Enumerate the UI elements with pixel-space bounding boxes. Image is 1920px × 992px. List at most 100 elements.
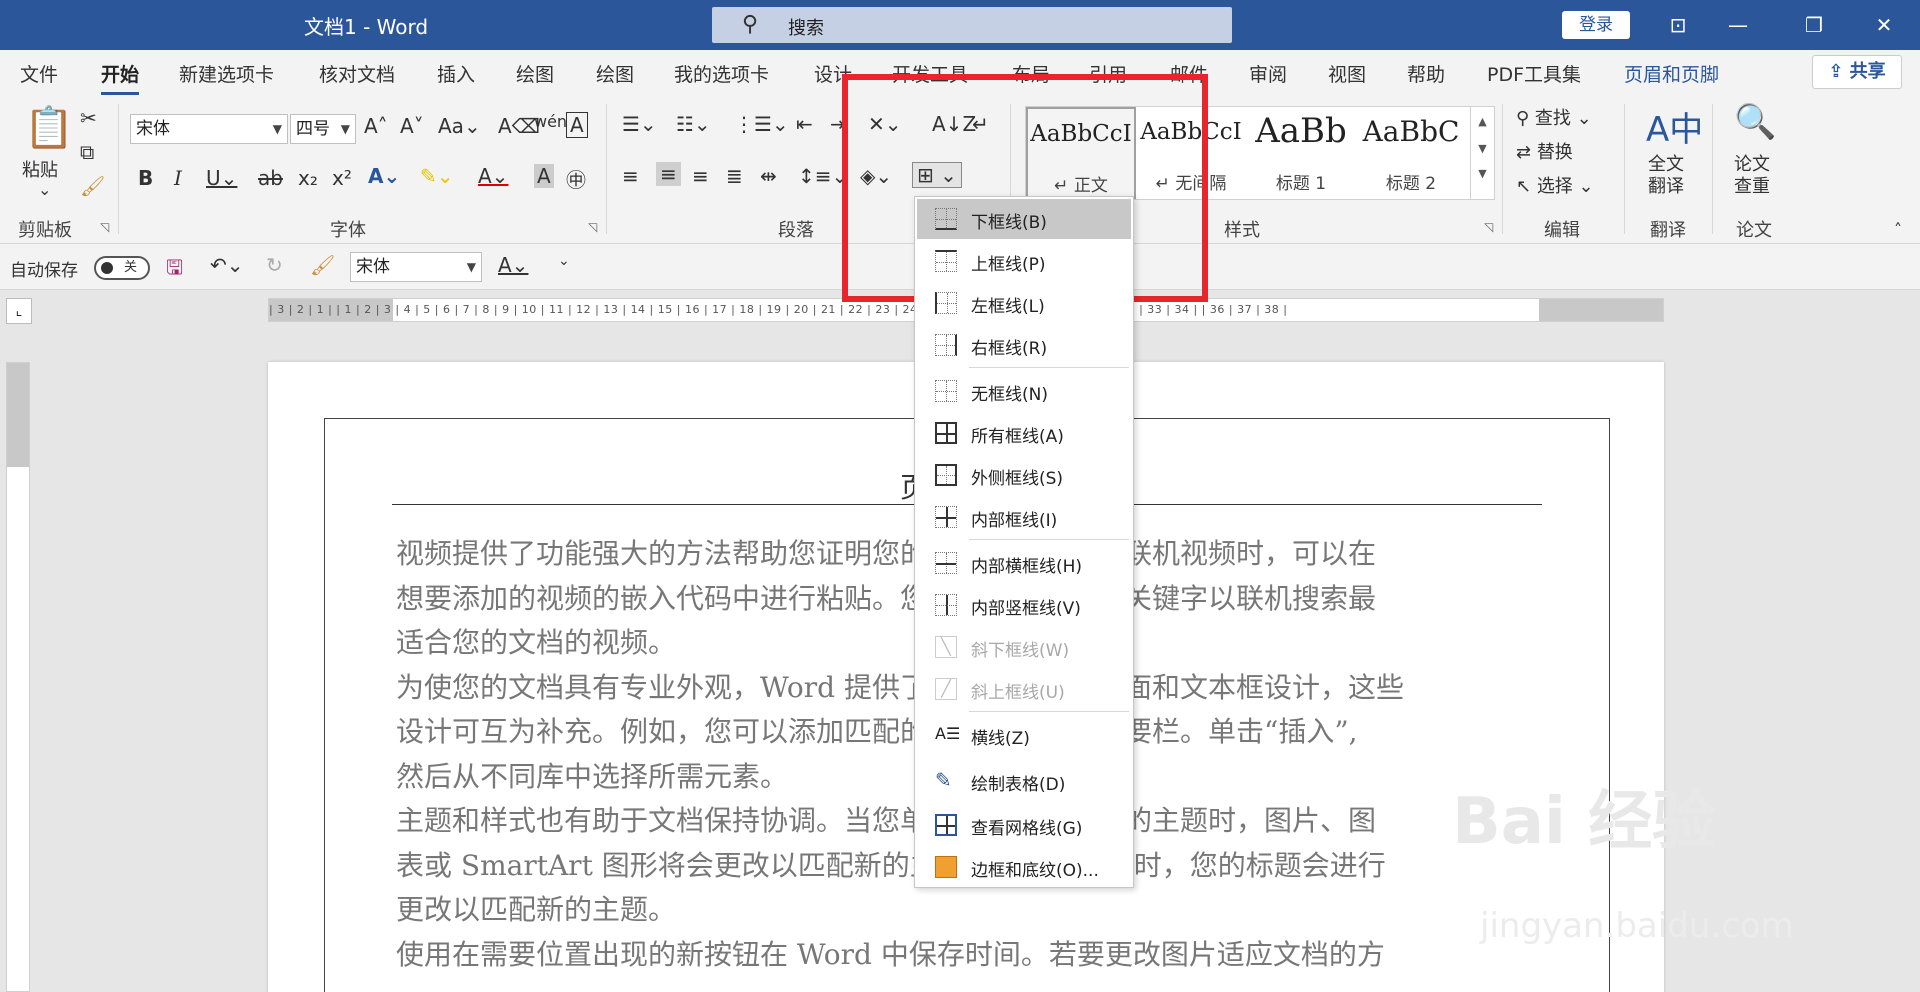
tab-draw-1[interactable]: 绘图 [516,60,554,87]
style-heading-1[interactable]: AaBb 标题 1 [1246,107,1356,199]
tab-view[interactable]: 视图 [1328,60,1366,87]
paste-dropdown-icon[interactable]: ⌄ [38,180,51,199]
clipboard-launcher-icon[interactable]: ◹ [100,220,109,234]
decrease-indent-icon[interactable]: ⇤ [796,112,813,136]
multilevel-list-icon[interactable]: ⋮☰⌄ [734,112,789,136]
menu-item-no-border[interactable]: 无框线(N) [917,371,1131,411]
redo-icon[interactable]: ↻ [266,253,283,277]
font-launcher-icon[interactable]: ◹ [588,220,597,234]
vertical-ruler[interactable] [6,362,30,992]
more-icon[interactable]: ▼ [1471,167,1494,180]
underline-icon[interactable]: U⌄ [206,166,237,190]
minimize-icon[interactable]: — [1718,8,1758,42]
undo-icon[interactable]: ↶⌄ [210,253,244,277]
font-color-icon[interactable]: A⌄ [478,164,508,188]
autosave-toggle[interactable]: 关 [94,256,150,280]
menu-item-right-border[interactable]: 右框线(R) [917,325,1131,365]
text-effects-icon[interactable]: A⌄ [368,164,400,188]
copy-icon[interactable]: ⧉ [80,140,94,164]
tab-insert[interactable]: 插入 [437,60,475,87]
chevron-down-icon: ▼ [272,122,282,136]
tab-pdf[interactable]: PDF工具集 [1487,60,1581,87]
tab-home[interactable]: 开始 [101,60,140,95]
diagonal-up-border-icon: ╱ [935,678,957,700]
menu-item-inside-borders[interactable]: 内部框线(I) [917,497,1131,537]
tab-my[interactable]: 我的选项卡 [674,60,769,87]
superscript-icon[interactable]: x² [332,166,352,190]
qat-font-combo[interactable]: 宋体 ▼ [350,252,482,282]
menu-item-bottom-border[interactable]: 下框线(B) [917,199,1131,239]
menu-item-horizontal-line[interactable]: A☰ 横线(Z) [917,715,1131,755]
chevron-down-icon[interactable]: ▼ [1471,142,1494,155]
tab-header-footer[interactable]: 页眉和页脚 [1624,60,1719,87]
numbering-icon[interactable]: ☷⌄ [676,112,711,136]
font-name-combo[interactable]: 宋体 ▼ [130,114,288,144]
menu-item-inside-horizontal[interactable]: 内部横框线(H) [917,543,1131,583]
baidu-watermark: Bai 经验 [1452,785,1717,859]
search-box[interactable]: ⚲ 搜索 [712,7,1232,43]
bold-icon[interactable]: B [138,166,153,190]
separator [1712,104,1713,234]
save-icon[interactable]: 🖫 [166,253,183,287]
paste-label[interactable]: 粘贴 [22,156,58,182]
menu-item-left-border[interactable]: 左框线(L) [917,283,1131,323]
menu-item-borders-shading[interactable]: 边框和底纹(O)... [917,847,1131,887]
menu-item-all-borders[interactable]: 所有框线(A) [917,413,1131,453]
chevron-up-icon[interactable]: ▲ [1471,115,1494,128]
align-right-icon[interactable]: ≡ [692,164,709,188]
format-painter-icon[interactable]: 🖌 [80,174,105,198]
tab-review[interactable]: 审阅 [1249,60,1287,87]
outside-borders-icon [935,464,957,486]
tab-stop-selector[interactable]: ⌞ [6,298,32,324]
font-color-icon[interactable]: A⌄ [498,253,528,277]
tab-draw-2[interactable]: 绘图 [596,60,634,87]
tab-help[interactable]: 帮助 [1407,60,1445,87]
paper-check-label[interactable]: 论文 查重 [1734,154,1770,198]
char-shading-icon[interactable]: A [534,164,554,188]
style-heading-2[interactable]: AaBbC 标题 2 [1356,107,1466,199]
select-button[interactable]: ↖ 选择 ⌄ [1516,172,1594,198]
char-border-icon[interactable]: A [566,112,588,138]
grow-font-icon[interactable]: A˄ [364,114,388,138]
tab-review-doc[interactable]: 核对文档 [319,60,395,87]
cut-icon[interactable]: ✂ [80,106,97,130]
line-spacing-icon[interactable]: ↕≡⌄ [798,164,848,188]
bullets-icon[interactable]: ☰⌄ [622,112,657,136]
translate-icon[interactable]: A中 [1646,102,1703,151]
share-button[interactable]: ⇪ 共享 [1812,55,1902,89]
menu-item-top-border[interactable]: 上框线(P) [917,241,1131,281]
font-size-combo[interactable]: 四号 ▼ [290,114,356,144]
find-button[interactable]: ⚲ 查找 ⌄ [1516,104,1592,130]
strikethrough-icon[interactable]: ab [258,166,283,190]
translate-label[interactable]: 全文 翻译 [1648,154,1684,198]
highlight-icon[interactable]: ✎⌄ [420,164,454,188]
customize-qat-icon[interactable]: ⌄ [558,253,570,269]
distributed-icon[interactable]: ⇹ [760,164,777,188]
ribbon-display-icon[interactable]: ⊡ [1658,8,1698,42]
subscript-icon[interactable]: x₂ [298,166,318,190]
justify-icon[interactable]: ≣ [726,164,743,188]
enclose-char-icon[interactable]: ㊥ [566,164,586,193]
tab-file[interactable]: 文件 [20,60,58,87]
styles-scroll[interactable]: ▲ ▼ ▼ [1471,106,1495,200]
italic-icon[interactable]: I [174,166,182,190]
restore-icon[interactable]: ❐ [1794,8,1834,42]
menu-item-draw-table[interactable]: ✎ 绘制表格(D) [917,761,1131,801]
close-icon[interactable]: ✕ [1864,8,1904,42]
paper-check-icon[interactable]: 🔍 [1734,102,1776,142]
login-button[interactable]: 登录 [1562,11,1630,39]
paste-icon[interactable]: 📋 [24,104,74,151]
change-case-icon[interactable]: Aa⌄ [438,114,481,138]
shrink-font-icon[interactable]: A˅ [400,114,424,138]
align-left-icon[interactable]: ≡ [622,164,639,188]
menu-item-outside-borders[interactable]: 外侧框线(S) [917,455,1131,495]
menu-item-view-gridlines[interactable]: 查看网格线(G) [917,805,1131,845]
collapse-ribbon-icon[interactable]: ˄ [1894,220,1902,239]
styles-launcher-icon[interactable]: ◹ [1484,220,1493,234]
format-painter-icon[interactable]: 🖌 [310,253,335,277]
menu-item-inside-vertical[interactable]: 内部竖框线(V) [917,585,1131,625]
tab-new[interactable]: 新建选项卡 [179,60,274,87]
align-center-icon[interactable]: ≡ [656,162,681,186]
phonetic-guide-icon[interactable]: wén [534,112,567,131]
replace-button[interactable]: ⇄ 替换 [1516,138,1573,164]
